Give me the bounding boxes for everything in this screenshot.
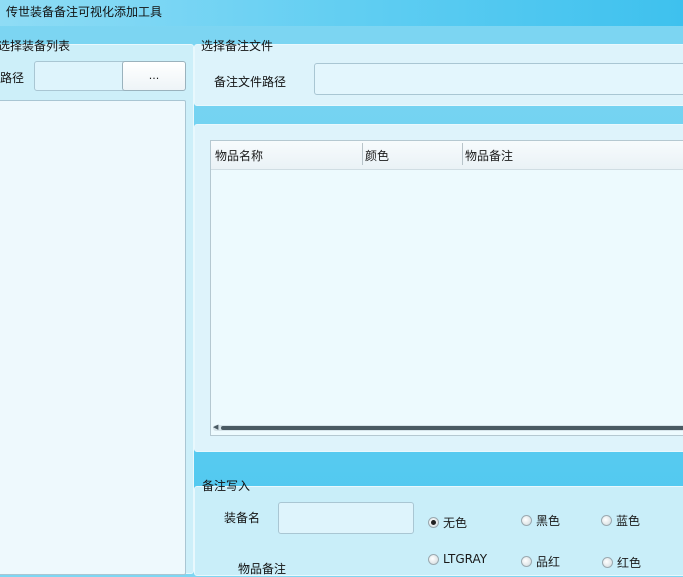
color-radio-red[interactable]: 红色 [602,554,641,571]
radio-icon [602,557,613,568]
column-header-item-note[interactable]: 物品备注 [465,147,513,164]
equipment-path-label: 路径 [0,71,25,85]
title-bar: 传世装备备注可视化添加工具 [0,0,683,26]
scroll-left-arrow-icon[interactable]: ◀ [213,423,218,431]
radio-icon [521,515,532,526]
column-header-item-name[interactable]: 物品名称 [215,147,263,164]
column-header-color[interactable]: 颜色 [365,147,389,164]
column-separator[interactable] [462,143,463,165]
horizontal-scrollbar[interactable]: ◀ [213,423,683,431]
radio-icon [428,553,439,565]
color-radio-none[interactable]: 无色 [428,514,467,531]
table-header: 物品名称 颜色 物品备注 [211,141,683,170]
equipment-name-input[interactable] [278,502,414,534]
equipment-name-label: 装备名 [224,511,261,525]
color-radio-blue[interactable]: 蓝色 [601,512,640,529]
browse-button[interactable]: ... [122,61,186,91]
color-radio-black[interactable]: 黑色 [521,512,560,529]
radio-icon [521,556,532,567]
color-radio-ltgray[interactable]: LTGRAY [428,552,487,566]
radio-icon [601,515,612,526]
equipment-list-group-label: 选择装备列表 [0,39,71,53]
color-radio-magenta[interactable]: 品红 [521,553,560,570]
note-file-group-label: 选择备注文件 [201,39,274,53]
equipment-path-input[interactable] [34,61,128,91]
note-write-group-label: 备注写入 [202,479,251,493]
column-separator[interactable] [362,143,363,165]
items-table[interactable]: 物品名称 颜色 物品备注 ◀ [210,140,683,436]
scrollbar-thumb[interactable] [221,426,683,430]
window-title: 传世装备备注可视化添加工具 [6,5,163,19]
radio-selected-icon [428,517,439,528]
equipment-list-box[interactable] [0,100,186,575]
note-file-path-label: 备注文件路径 [214,75,287,89]
note-file-path-input[interactable] [314,63,683,95]
